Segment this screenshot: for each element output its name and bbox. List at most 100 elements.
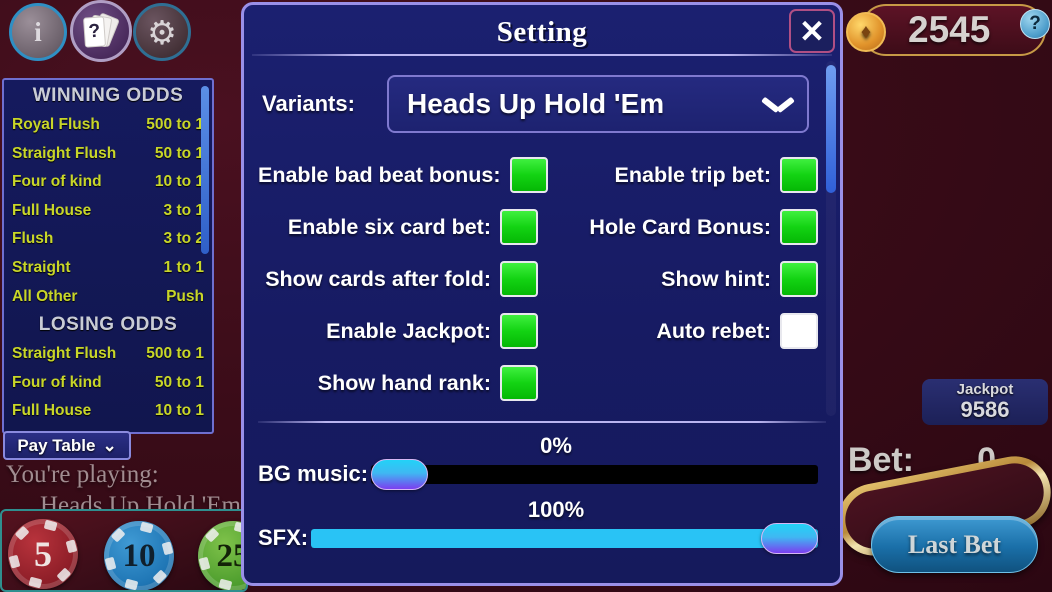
losing-odds-row: Four of kind 50 to 1 [12,369,204,398]
settings-gear-button[interactable]: ⚙ [133,3,191,61]
show-hint-field[interactable]: Show hint: [538,261,818,297]
dialog-scrollbar-thumb[interactable] [826,65,836,193]
show-hint-label: Show hint: [661,266,771,291]
coin-icon: ♦ [846,12,886,52]
chevron-down-icon [763,96,793,113]
dialog-title-divider [252,54,832,56]
winning-odds-row: Four of kind 10 to 1 [12,168,204,197]
enable-jackpot-label: Enable Jackpot: [326,318,491,343]
enable-trip-bet-checkbox[interactable] [780,157,818,193]
chip-tray[interactable]: 5 10 25 [0,509,248,592]
chip-notch [139,521,154,534]
chip-notch [14,525,30,541]
show-cards-after-fold-field[interactable]: Show cards after fold: [258,261,538,297]
enable-jackpot-checkbox[interactable] [500,313,538,349]
hand-name: Straight Flush [12,144,117,162]
pay-table-label: Pay Table [17,435,96,455]
odds-panel[interactable]: WINNING ODDS Royal Flush 500 to 1 Straight… [2,78,214,434]
chip-10[interactable]: 10 [104,521,174,590]
hand-payout: 3 to 2 [163,230,204,248]
cards-question-icon: ? [81,11,121,51]
hand-payout: 3 to 1 [163,201,204,219]
jackpot-help-icon[interactable]: ? [1020,9,1050,39]
hand-name: All Other [12,287,78,305]
sfx-slider-fill [311,528,818,548]
show-hand-rank-label: Show hand rank: [317,370,491,395]
odds-scrollbar-thumb[interactable] [201,86,209,254]
variants-label: Variants: [262,91,355,116]
hand-name: Straight Flush [12,345,117,363]
enable-six-card-bet-label: Enable six card bet: [287,214,491,239]
sfx-label: SFX: [258,525,309,550]
bg-music-slider-thumb[interactable] [371,458,429,490]
losing-odds-row: Full House 10 to 1 [12,397,204,426]
sfx-slider-track[interactable] [311,522,818,554]
settings-checkbox-grid: Enable bad beat bonus: Enable trip bet: En… [244,149,840,409]
hand-name: Full House [12,402,92,420]
show-cards-after-fold-checkbox[interactable] [500,261,538,297]
settings-row: Enable six card bet: Hole Card Bonus: [258,201,818,253]
chip-5[interactable]: 5 [8,519,78,589]
bg-music-slider-row: BG music: [258,458,818,490]
hand-name: Full House [12,201,92,219]
winning-odds-row: Straight Flush 50 to 1 [12,140,204,169]
settings-row: Enable Jackpot: Auto rebet: [258,305,818,357]
chip-notch [161,541,174,556]
chip-notch [65,539,78,554]
show-hand-rank-checkbox[interactable] [500,365,538,401]
jackpot-panel[interactable]: Jackpot 9586 [922,379,1048,425]
close-glyph: ✕ [799,13,825,49]
show-hint-checkbox[interactable] [780,261,818,297]
enable-jackpot-field[interactable]: Enable Jackpot: [258,313,538,349]
enable-bad-beat-bonus-field[interactable]: Enable bad beat bonus: [258,157,548,193]
pay-table-dropdown[interactable]: Pay Table ⌄ [3,431,131,460]
winning-odds-row: Full House 3 to 1 [12,197,204,226]
winning-odds-row: Royal Flush 500 to 1 [12,111,204,140]
settings-row: Show cards after fold: Show hint: [258,253,818,305]
auto-rebet-field[interactable]: Auto rebet: [538,313,818,349]
bg-music-slider-track[interactable] [371,458,818,490]
close-icon[interactable]: ✕ [789,9,835,53]
sfx-slider-block: 100% SFX: [244,497,840,554]
variants-selected-value: Heads Up Hold 'Em [407,88,665,119]
chip-notch [56,567,72,583]
hole-card-bonus-checkbox[interactable] [780,209,818,245]
hand-name: Royal Flush [12,116,100,133]
auto-rebet-label: Auto rebet: [656,318,771,343]
sfx-slider-thumb[interactable] [761,522,818,554]
settings-row: Enable bad beat bonus: Enable trip bet: [258,149,818,201]
chip-notch [124,578,139,590]
enable-trip-bet-label: Enable trip bet: [614,162,771,187]
question-mark-glyph: ? [1029,13,1041,34]
card-help-icon-button[interactable]: ? [70,0,132,62]
last-bet-button[interactable]: Last Bet [871,516,1038,573]
hand-name: Four of kind [12,373,102,391]
enable-bad-beat-bonus-checkbox[interactable] [509,157,548,193]
hand-payout: 50 to 1 [154,373,204,391]
show-hand-rank-field[interactable]: Show hand rank: [258,365,538,401]
dialog-scrollbar-track[interactable] [826,61,836,416]
bg-music-percent-label: 0% [540,433,572,458]
info-icon-button[interactable]: i [9,3,67,61]
hand-name: Flush [12,230,54,248]
auto-rebet-checkbox[interactable] [780,313,818,349]
jackpot-value: 9586 [960,397,1010,422]
dialog-title: Setting [496,16,588,48]
settings-row: Show hand rank: [258,357,818,409]
sfx-percent-label: 100% [527,497,585,522]
winning-odds-row: Straight 1 to 1 [12,254,204,283]
hand-payout: 10 to 1 [154,402,204,420]
hole-card-bonus-field[interactable]: Hole Card Bonus: [538,209,818,245]
bg-music-label: BG music: [258,461,369,486]
chip-notch [43,519,58,532]
losing-odds-row: Straight Flush 500 to 1 [12,340,204,369]
enable-six-card-bet-field[interactable]: Enable six card bet: [258,209,538,245]
winning-odds-list: Royal Flush 500 to 1 Straight Flush 50 to 1… [12,111,204,311]
settings-dialog: Setting ✕ Variants: Heads Up Hold 'Em En… [241,2,843,586]
enable-six-card-bet-checkbox[interactable] [500,209,538,245]
hole-card-bonus-label: Hole Card Bonus: [589,214,771,239]
chevron-down-icon: ⌄ [102,435,117,455]
variants-row: Variants: Heads Up Hold 'Em [262,75,840,133]
enable-trip-bet-field[interactable]: Enable trip bet: [548,157,818,193]
variants-select[interactable]: Heads Up Hold 'Em [387,75,809,133]
